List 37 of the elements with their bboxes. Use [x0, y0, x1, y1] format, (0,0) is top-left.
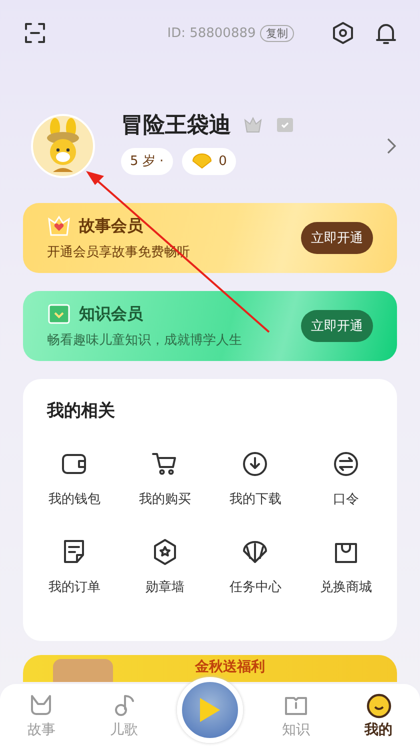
- download-icon: [241, 450, 270, 478]
- age-chip: 5 岁 ·: [121, 148, 173, 174]
- shell-count: 0: [218, 154, 227, 168]
- section-title: 我的相关: [46, 400, 116, 422]
- swap-icon: [332, 450, 360, 478]
- menu-item[interactable]: 兑换商城: [300, 538, 391, 596]
- smiley-icon: [366, 692, 392, 718]
- bell-icon[interactable]: [374, 21, 398, 45]
- membership-title: 故事会员: [79, 216, 143, 236]
- crown-icon: [243, 116, 263, 134]
- play-icon: [198, 696, 222, 724]
- shell-icon: [190, 153, 213, 169]
- shell-icon: [241, 538, 270, 566]
- menu-item[interactable]: 任务中心: [210, 538, 300, 596]
- banner-headline: 金秋送福利: [195, 659, 265, 675]
- user-id: ID: 58800889: [167, 26, 256, 40]
- user-name: 冒险王袋迪: [121, 112, 231, 140]
- activate-button[interactable]: 立即开通: [301, 222, 373, 254]
- copy-button[interactable]: 复制: [260, 24, 294, 42]
- menu-item[interactable]: 我的下载: [210, 450, 300, 508]
- book-icon: [47, 303, 71, 325]
- menu-item[interactable]: 我的订单: [29, 538, 120, 596]
- menu-item[interactable]: 我的钱包: [29, 450, 120, 508]
- menu-item[interactable]: 我的购买: [120, 450, 210, 508]
- crown-icon: [47, 215, 71, 237]
- membership-title: 知识会员: [79, 304, 143, 324]
- scan-icon[interactable]: [24, 22, 46, 44]
- settings-icon[interactable]: [331, 21, 355, 45]
- menu-item[interactable]: 口令: [300, 450, 391, 508]
- tab[interactable]: 我的: [348, 692, 409, 740]
- activate-button[interactable]: 立即开通: [301, 310, 373, 342]
- membership-description: 畅看趣味儿童知识，成就博学人生: [47, 332, 242, 349]
- chevron-right-icon[interactable]: [386, 138, 396, 154]
- book-badge-icon: [275, 116, 295, 134]
- avatar-icon: [31, 114, 95, 178]
- menu-item[interactable]: 勋章墙: [120, 538, 210, 596]
- photo-placeholder: [53, 659, 113, 682]
